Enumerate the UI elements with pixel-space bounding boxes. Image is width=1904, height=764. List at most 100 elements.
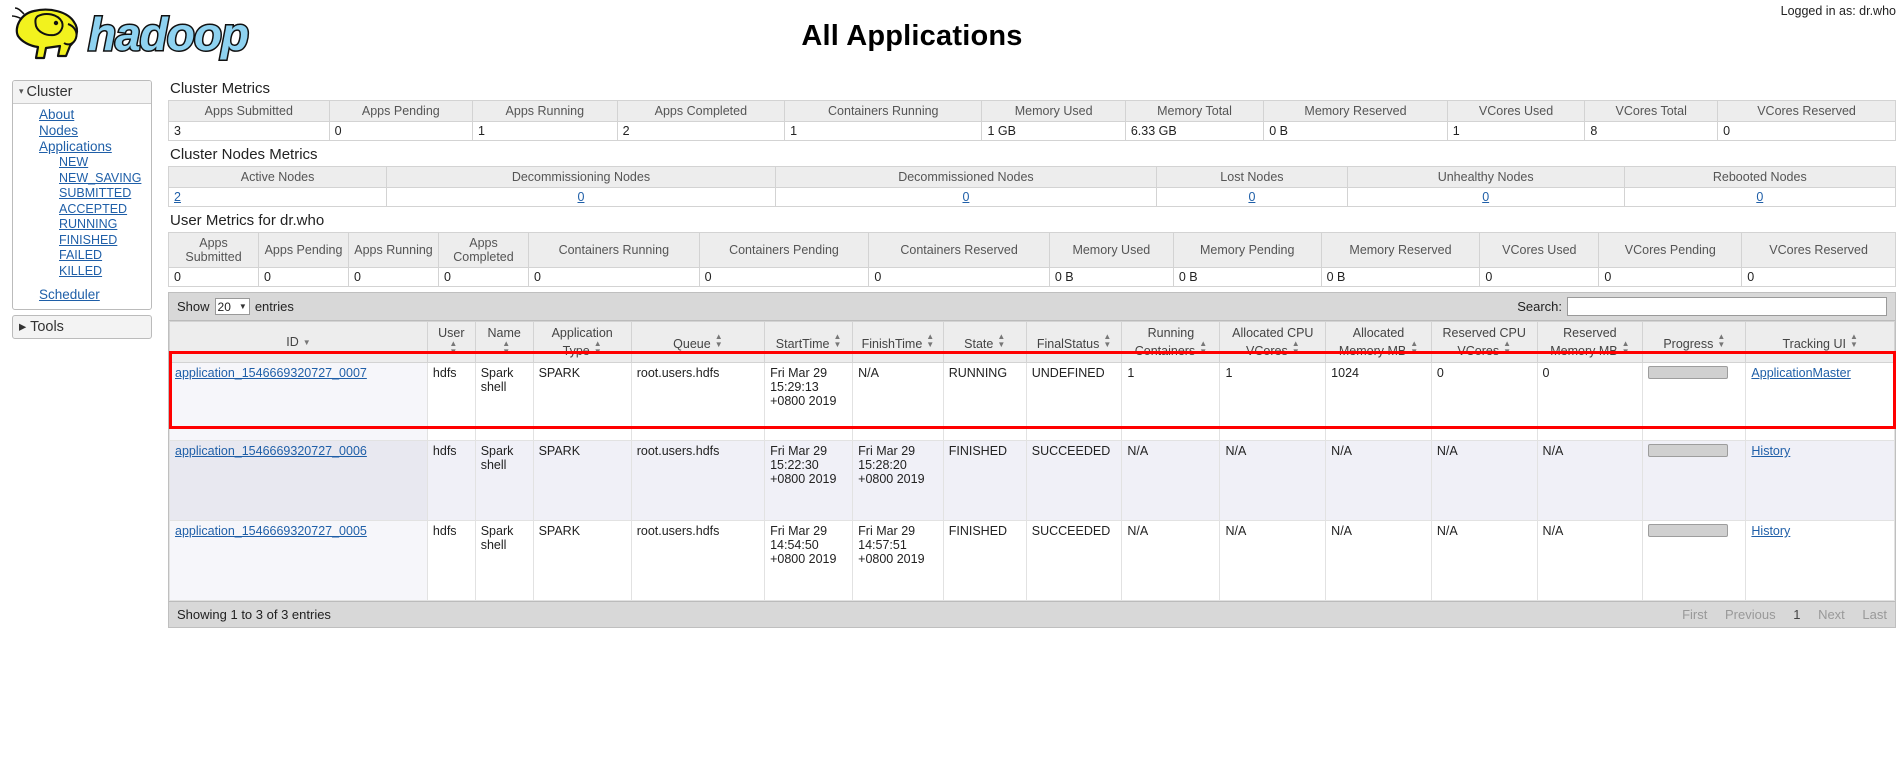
- th-state[interactable]: State ▲ ▼: [942, 321, 1027, 363]
- sidebar-item-submitted[interactable]: SUBMITTED: [13, 186, 151, 202]
- cell-application-type: SPARK: [532, 520, 632, 601]
- pagination-page-1[interactable]: 1: [1793, 607, 1800, 622]
- sidebar-item-new-saving[interactable]: NEW_SAVING: [13, 171, 151, 187]
- col-apps-running: Apps Running: [472, 100, 618, 122]
- tracking-ui-link[interactable]: ApplicationMaster: [1751, 366, 1850, 380]
- cluster-nodes-value-row: 2 0 0 0 0 0: [167, 187, 1897, 207]
- cell-starttime: Fri Mar 29 15:29:13 +0800 2019: [764, 362, 854, 441]
- val-apps-submitted: 3: [168, 121, 330, 141]
- sort-both-icon: ▲ ▼: [997, 332, 1006, 349]
- ucol-containers-pending: Containers Pending: [698, 232, 870, 268]
- sidebar-item-about[interactable]: About: [13, 107, 151, 123]
- cluster-metrics-table: Apps Submitted Apps Pending Apps Running…: [168, 100, 1896, 141]
- tracking-ui-link[interactable]: History: [1751, 444, 1790, 458]
- cell-progress: [1642, 362, 1747, 441]
- uval-apps-completed: 0: [438, 267, 529, 287]
- decommissioning-nodes-link[interactable]: 0: [577, 190, 584, 204]
- th-allocated-cpu-vcores[interactable]: Allocated CPU VCores ▲ ▼: [1219, 321, 1327, 363]
- cell-allocated-memory-mb: 1024: [1325, 362, 1432, 441]
- th-finishtime[interactable]: FinishTime ▲ ▼: [852, 321, 944, 363]
- sidebar-item-scheduler[interactable]: Scheduler: [13, 287, 151, 303]
- unhealthy-nodes-link[interactable]: 0: [1482, 190, 1489, 204]
- sidebar-item-running[interactable]: RUNNING: [13, 217, 151, 233]
- search-input[interactable]: [1567, 297, 1887, 316]
- cell-reserved-cpu-vcores: N/A: [1430, 520, 1538, 601]
- sidebar-tools-section[interactable]: ▸ Tools: [12, 315, 152, 339]
- sidebar-cluster-header[interactable]: ▾ Cluster: [13, 81, 151, 104]
- th-queue[interactable]: Queue ▲ ▼: [630, 321, 766, 363]
- sidebar-item-accepted[interactable]: ACCEPTED: [13, 202, 151, 218]
- th-name[interactable]: Name ▲ ▼: [474, 321, 534, 363]
- col-apps-completed: Apps Completed: [616, 100, 786, 122]
- progress-bar: [1648, 366, 1729, 379]
- th-application-type[interactable]: Application Type ▲ ▼: [532, 321, 632, 363]
- sidebar-item-applications[interactable]: Applications: [13, 139, 151, 155]
- th-starttime[interactable]: StartTime ▲ ▼: [764, 321, 854, 363]
- active-nodes-link[interactable]: 2: [174, 190, 181, 204]
- pagination-next[interactable]: Next: [1818, 607, 1845, 622]
- th-user[interactable]: User ▲ ▼: [426, 321, 476, 363]
- ucol-memory-reserved: Memory Reserved: [1320, 232, 1481, 268]
- applications-table: ID ▼ User ▲ ▼ Name ▲ ▼ Application Type ▲ ▼ Que…: [169, 321, 1895, 601]
- cell-state: RUNNING: [942, 362, 1027, 441]
- th-tracking-ui[interactable]: Tracking UI ▲ ▼: [1745, 321, 1895, 363]
- th-allocated-memory-mb[interactable]: Allocated Memory MB ▲ ▼: [1325, 321, 1432, 363]
- sidebar-cluster-section: ▾ Cluster About Nodes Applications NEW NE…: [12, 80, 152, 310]
- sort-both-icon: ▲ ▼: [1103, 332, 1112, 349]
- ucol-apps-pending: Apps Pending: [258, 232, 349, 268]
- cell-reserved-memory-mb: 0: [1536, 362, 1644, 441]
- entries-label: entries: [254, 299, 294, 314]
- th-reserved-cpu-vcores[interactable]: Reserved CPU VCores ▲ ▼: [1430, 321, 1538, 363]
- th-finalstatus[interactable]: FinalStatus ▲ ▼: [1025, 321, 1123, 363]
- sidebar-item-killed[interactable]: KILLED: [13, 264, 151, 280]
- ucol-apps-completed: Apps Completed: [438, 232, 529, 268]
- sidebar-item-nodes[interactable]: Nodes: [13, 123, 151, 139]
- val-decommissioning-nodes: 0: [386, 187, 776, 207]
- sort-both-icon: ▲ ▼: [1291, 339, 1300, 356]
- cell-finalstatus: SUCCEEDED: [1025, 440, 1123, 521]
- col-decommissioned-nodes: Decommissioned Nodes: [774, 166, 1158, 188]
- ucol-vcores-used: VCores Used: [1479, 232, 1600, 268]
- sidebar-item-new[interactable]: NEW: [13, 155, 151, 171]
- cell-tracking-ui: History: [1745, 440, 1895, 521]
- table-row: application_1546669320727_0007 hdfs Spar…: [169, 362, 1895, 441]
- chevron-down-icon: ▾: [19, 86, 24, 96]
- uval-containers-pending: 0: [698, 267, 870, 287]
- rebooted-nodes-link[interactable]: 0: [1756, 190, 1763, 204]
- pagination-last[interactable]: Last: [1862, 607, 1887, 622]
- th-running-containers[interactable]: Running Containers ▲ ▼: [1121, 321, 1221, 363]
- page-length-select[interactable]: 20 ▼: [214, 298, 250, 315]
- cell-running-containers: N/A: [1121, 520, 1221, 601]
- cluster-nodes-header-row: Active Nodes Decommissioning Nodes Decom…: [167, 166, 1897, 188]
- pagination-first[interactable]: First: [1682, 607, 1707, 622]
- application-id-link[interactable]: application_1546669320727_0005: [175, 524, 367, 538]
- sidebar-item-failed[interactable]: FAILED: [13, 248, 151, 264]
- cell-finishtime: Fri Mar 29 15:28:20 +0800 2019: [852, 440, 944, 521]
- th-reserved-memory-mb[interactable]: Reserved Memory MB ▲ ▼: [1536, 321, 1644, 363]
- progress-bar: [1648, 524, 1729, 537]
- uval-vcores-reserved: 0: [1741, 267, 1896, 287]
- decommissioned-nodes-link[interactable]: 0: [962, 190, 969, 204]
- chevron-right-icon: ▸: [19, 319, 27, 335]
- datatable-toolbar: Show 20 ▼ entries Search:: [169, 293, 1895, 321]
- th-id[interactable]: ID ▼: [169, 321, 428, 363]
- lost-nodes-link[interactable]: 0: [1248, 190, 1255, 204]
- uval-apps-submitted: 0: [168, 267, 259, 287]
- val-apps-running: 1: [472, 121, 618, 141]
- val-unhealthy-nodes: 0: [1346, 187, 1625, 207]
- pagination-previous[interactable]: Previous: [1725, 607, 1776, 622]
- th-progress[interactable]: Progress ▲ ▼: [1642, 321, 1747, 363]
- tracking-ui-link[interactable]: History: [1751, 524, 1790, 538]
- uval-memory-used: 0 B: [1048, 267, 1174, 287]
- search-control: Search:: [1517, 297, 1887, 316]
- main-content: Cluster Metrics Apps Submitted Apps Pend…: [167, 80, 1897, 628]
- ucol-vcores-reserved: VCores Reserved: [1741, 232, 1896, 268]
- chevron-down-icon: ▼: [238, 302, 247, 311]
- page-length-value: 20: [217, 299, 231, 314]
- cell-id: application_1546669320727_0005: [169, 520, 428, 601]
- cell-user: hdfs: [426, 440, 476, 521]
- sidebar-item-finished[interactable]: FINISHED: [13, 233, 151, 249]
- sort-both-icon: ▲ ▼: [1410, 339, 1419, 356]
- application-id-link[interactable]: application_1546669320727_0006: [175, 444, 367, 458]
- application-id-link[interactable]: application_1546669320727_0007: [175, 366, 367, 380]
